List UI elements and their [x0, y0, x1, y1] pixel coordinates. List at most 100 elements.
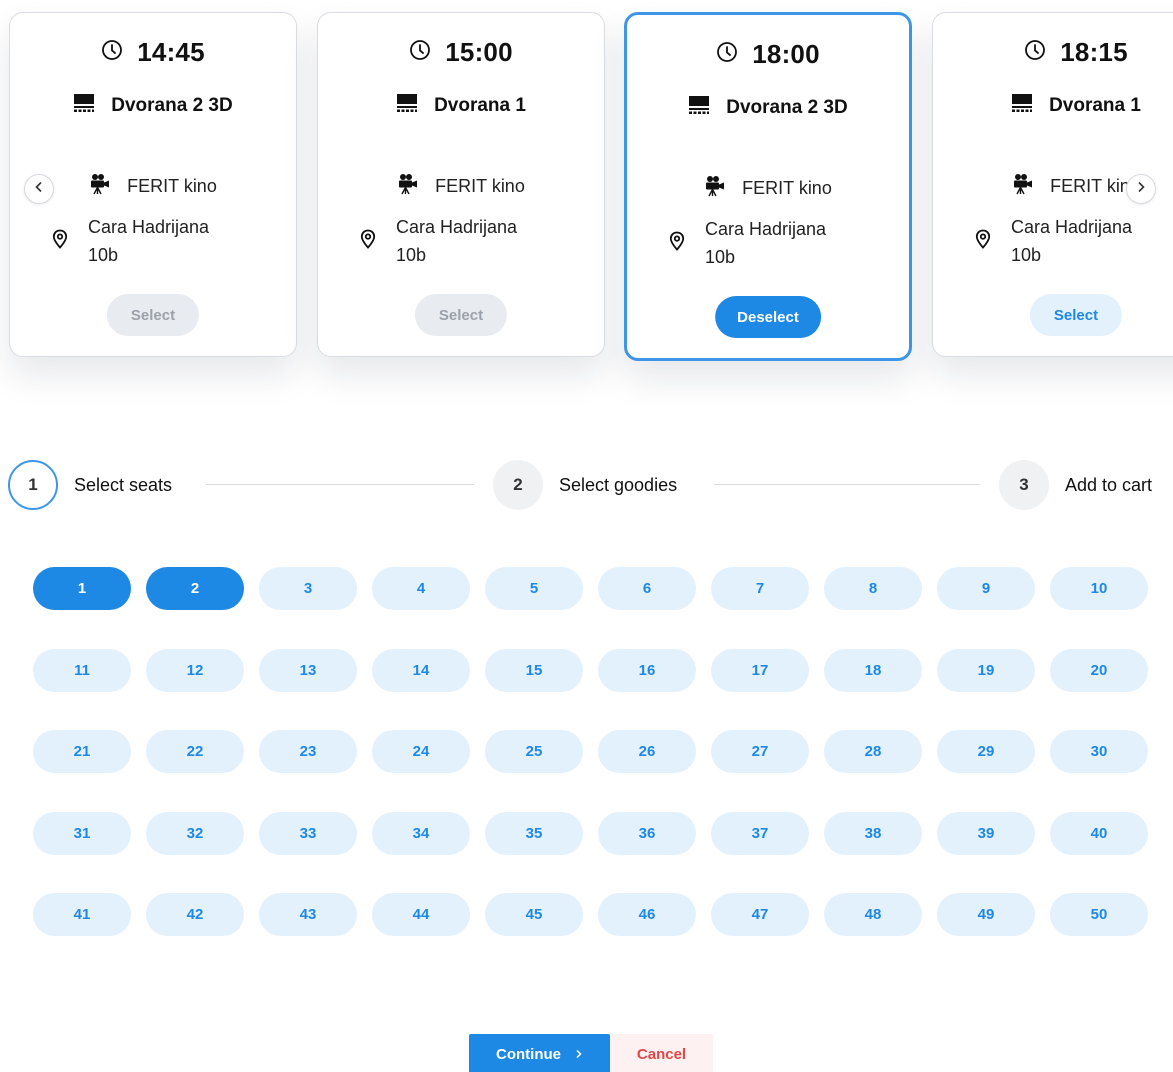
seat-button[interactable]: 35: [485, 811, 583, 855]
address: Cara Hadrijana 10b: [396, 217, 518, 265]
seat-button[interactable]: 36: [598, 811, 696, 855]
hall-name: Dvorana 1: [1049, 94, 1141, 116]
seat-button[interactable]: 7: [711, 567, 809, 610]
seat-button[interactable]: 40: [1050, 811, 1148, 855]
step-number: 3: [999, 460, 1049, 510]
clock-icon: [101, 39, 123, 66]
seat-button[interactable]: 9: [937, 567, 1035, 610]
carousel-next-button[interactable]: [1126, 174, 1156, 204]
seat-button[interactable]: 38: [824, 811, 922, 855]
chevron-right-icon: [1136, 180, 1146, 198]
step-number: 1: [8, 460, 58, 510]
seat-button[interactable]: 8: [824, 567, 922, 610]
seat-button[interactable]: 10: [1050, 567, 1148, 610]
select-showtime-button[interactable]: Select: [1029, 294, 1123, 336]
select-showtime-button[interactable]: Select: [106, 294, 200, 336]
seat-button[interactable]: 16: [598, 648, 696, 692]
hall-name: Dvorana 2 3D: [111, 94, 233, 116]
seat-button[interactable]: 20: [1050, 648, 1148, 692]
step-add-to-cart[interactable]: 3 Add to cart: [999, 460, 1152, 510]
seat-button[interactable]: 42: [146, 893, 244, 936]
showtime-time: 18:00: [752, 39, 820, 69]
seat-button[interactable]: 46: [598, 893, 696, 936]
time-row: 18:15: [933, 37, 1173, 68]
seat-button[interactable]: 29: [937, 730, 1035, 773]
seat-button[interactable]: 34: [372, 811, 470, 855]
seat-button[interactable]: 15: [485, 648, 583, 692]
hall-name: Dvorana 2 3D: [726, 96, 848, 118]
screen-seats-icon: [73, 93, 95, 118]
seat-button[interactable]: 25: [485, 730, 583, 773]
seat-button[interactable]: 32: [146, 811, 244, 855]
location-pin-icon: [669, 231, 685, 256]
seat-button[interactable]: 45: [485, 893, 583, 936]
seat-button[interactable]: 30: [1050, 730, 1148, 773]
step-select-goodies[interactable]: 2 Select goodies: [493, 460, 677, 510]
clock-icon: [409, 39, 431, 66]
seat-button[interactable]: 44: [372, 893, 470, 936]
seat-button[interactable]: 21: [33, 730, 131, 773]
showtime-card-selected[interactable]: 18:00 Dvorana 2 3D FERIT kino Cara Hadri…: [624, 12, 912, 361]
film-camera-icon: [397, 173, 419, 200]
showtime-card[interactable]: 15:00 Dvorana 1 FERIT kino Cara Hadrijan…: [317, 12, 605, 357]
address-row: Cara Hadrijana 10b: [360, 213, 546, 269]
chevron-left-icon: [34, 180, 44, 198]
hall-row: Dvorana 2 3D: [10, 93, 296, 118]
address: Cara Hadrijana 10b: [1011, 217, 1133, 265]
seat-button[interactable]: 4: [372, 567, 470, 610]
step-label: Select seats: [74, 474, 173, 495]
step-divider: [206, 484, 474, 485]
seat-button[interactable]: 49: [937, 893, 1035, 936]
time-row: 15:00: [318, 37, 604, 68]
seat-button[interactable]: 48: [824, 893, 922, 936]
step-label: Select goodies: [559, 474, 678, 495]
seat-button[interactable]: 12: [146, 648, 244, 692]
seat-button[interactable]: 26: [598, 730, 696, 773]
seat-button[interactable]: 19: [937, 648, 1035, 692]
seat-button[interactable]: 41: [33, 893, 131, 936]
seat-button[interactable]: 17: [711, 648, 809, 692]
seat-button[interactable]: 18: [824, 648, 922, 692]
seat-button[interactable]: 11: [33, 648, 131, 692]
seat-button[interactable]: 31: [33, 811, 131, 855]
seat-button[interactable]: 5: [485, 567, 583, 610]
continue-label: Continue: [496, 1045, 561, 1063]
seat-button[interactable]: 33: [259, 811, 357, 855]
clock-icon: [1024, 39, 1046, 66]
continue-button[interactable]: Continue: [469, 1034, 610, 1072]
seat-button[interactable]: 50: [1050, 893, 1148, 936]
seat-button[interactable]: 27: [711, 730, 809, 773]
chevron-right-icon: [575, 1046, 583, 1063]
checkout-stepper: 1 Select seats 2 Select goodies 3 Add to…: [8, 460, 1173, 510]
seat-button[interactable]: 6: [598, 567, 696, 610]
seat-button[interactable]: 14: [372, 648, 470, 692]
address-row: Cara Hadrijana 10b: [669, 215, 855, 271]
seat-button[interactable]: 13: [259, 648, 357, 692]
film-camera-icon: [704, 175, 726, 202]
screen-seats-icon: [1011, 93, 1033, 118]
carousel-prev-button[interactable]: [24, 174, 54, 204]
seat-button[interactable]: 22: [146, 730, 244, 773]
seat-button[interactable]: 39: [937, 811, 1035, 855]
hall-name: Dvorana 1: [434, 94, 526, 116]
select-showtime-button[interactable]: Select: [414, 294, 508, 336]
seat-button[interactable]: 23: [259, 730, 357, 773]
seat-button[interactable]: 47: [711, 893, 809, 936]
seat-button-selected[interactable]: 1: [33, 567, 131, 610]
cancel-button[interactable]: Cancel: [610, 1034, 713, 1072]
film-camera-icon: [89, 173, 111, 200]
seat-button[interactable]: 28: [824, 730, 922, 773]
seat-button[interactable]: 3: [259, 567, 357, 610]
deselect-showtime-button[interactable]: Deselect: [715, 296, 821, 338]
seat-button-selected[interactable]: 2: [146, 567, 244, 610]
hall-row: Dvorana 1: [318, 93, 604, 118]
step-select-seats[interactable]: 1 Select seats: [8, 460, 172, 510]
seat-button[interactable]: 43: [259, 893, 357, 936]
cinema-name: FERIT kino: [742, 178, 832, 198]
address: Cara Hadrijana 10b: [705, 219, 827, 267]
seat-button[interactable]: 37: [711, 811, 809, 855]
cinema-row: FERIT kino: [318, 173, 604, 200]
seat-button[interactable]: 24: [372, 730, 470, 773]
step-divider: [714, 484, 980, 485]
showtime-time: 18:15: [1060, 37, 1128, 67]
